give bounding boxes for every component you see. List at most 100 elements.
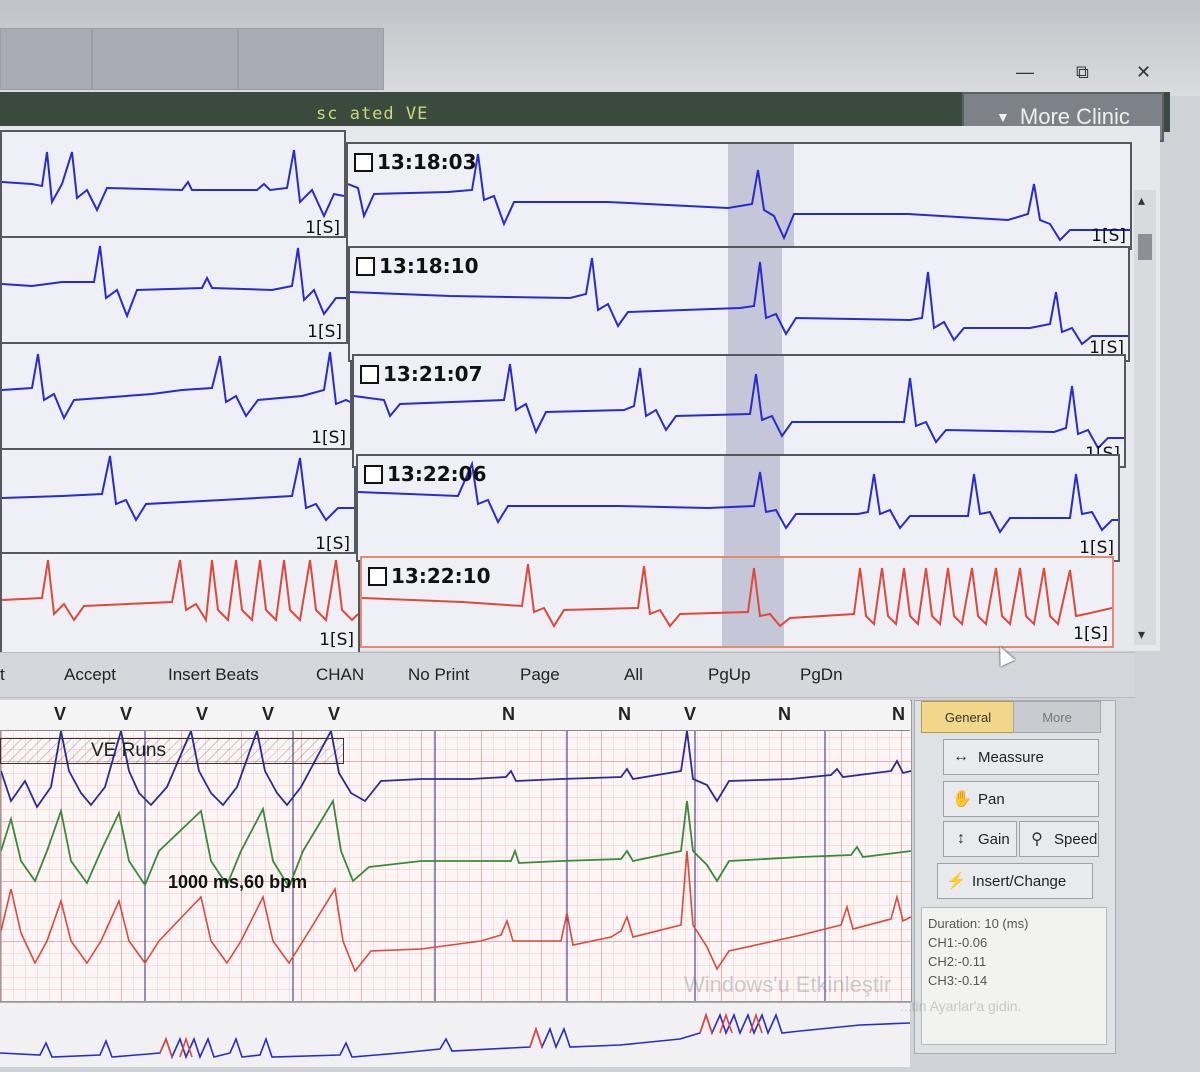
activation-watermark: Windows'u Etkinleştir xyxy=(684,972,892,997)
overview-trace[interactable] xyxy=(0,1002,911,1067)
command-bar: t Accept Insert Beats CHAN No Print Page… xyxy=(0,652,1135,698)
beat-label[interactable]: V xyxy=(120,704,132,725)
accept-button[interactable]: Accept xyxy=(64,665,116,685)
minimize-icon[interactable]: — xyxy=(1016,62,1034,83)
lead-label: 1[S] xyxy=(311,428,346,448)
tab-more[interactable]: More xyxy=(1013,701,1101,733)
beat-label[interactable]: V xyxy=(684,704,696,725)
speed-icon: ⚲ xyxy=(1031,831,1043,848)
insert-beats-button[interactable]: Insert Beats xyxy=(168,665,259,685)
strip-timestamp[interactable]: 13:22:10 xyxy=(368,564,491,588)
tab-2[interactable] xyxy=(92,28,238,90)
timestamp-label: 13:21:07 xyxy=(383,362,483,386)
lead-label: 1[S] xyxy=(315,534,350,554)
strip-left-1[interactable]: 1[S] xyxy=(0,130,346,242)
all-button[interactable]: All xyxy=(624,665,643,685)
beat-label[interactable]: N xyxy=(502,704,515,725)
insert-change-label: Insert/Change xyxy=(972,872,1067,890)
duration-value: Duration: 10 (ms) xyxy=(928,916,1029,931)
strip-timestamp[interactable]: 13:22:06 xyxy=(364,462,487,486)
strip-left-2[interactable]: 1[S] xyxy=(0,236,348,346)
lead-label: 1[S] xyxy=(319,630,354,650)
measurement-info-box: Duration: 10 (ms) CH1:-0.06 CH2:-0.11 CH… xyxy=(921,907,1107,1045)
tab-general[interactable]: General xyxy=(921,701,1015,733)
vertical-scrollbar[interactable]: ▴ ▾ xyxy=(1134,190,1156,645)
overview-svg xyxy=(0,1012,911,1060)
ecg-trace xyxy=(2,245,346,319)
close-icon[interactable]: ✕ xyxy=(1136,62,1151,83)
strip-checkbox[interactable] xyxy=(364,464,383,484)
lead-label: 1[S] xyxy=(1073,624,1108,644)
measurement-label: 1000 ms,60 bpm xyxy=(168,872,308,892)
gain-icon: ↕ xyxy=(957,830,965,847)
insert-change-button[interactable]: ⚡ Insert/Change xyxy=(937,863,1093,899)
chan-button[interactable]: CHAN xyxy=(316,665,364,685)
strip-timestamp[interactable]: 13:18:03 xyxy=(354,150,477,174)
beat-label[interactable]: V xyxy=(54,704,66,725)
restore-icon[interactable]: ⧉ xyxy=(1076,62,1089,83)
strip-right-4[interactable]: 13:22:06 1[S] xyxy=(356,454,1120,562)
lead-label: 1[S] xyxy=(1079,538,1114,558)
beat-label[interactable]: V xyxy=(262,704,274,725)
page-button[interactable]: Page xyxy=(520,665,560,685)
gain-label: Gain xyxy=(978,830,1010,848)
cmd-partial[interactable]: t xyxy=(0,665,5,685)
measure-button[interactable]: ↔ Meassure xyxy=(943,739,1099,775)
timestamp-label: 13:18:03 xyxy=(377,150,477,174)
title-bar: — ⧉ ✕ xyxy=(0,0,1200,96)
strip-right-1[interactable]: 13:18:03 1[S] xyxy=(346,142,1132,250)
strip-checkbox[interactable] xyxy=(368,566,387,586)
beat-label[interactable]: N xyxy=(892,704,905,725)
strip-checkbox[interactable] xyxy=(354,152,373,172)
strip-right-3[interactable]: 13:21:07 1[S] xyxy=(352,354,1126,468)
ch3-value: CH3:-0.14 xyxy=(928,973,988,988)
strip-right-5[interactable]: 13:22:10 1[S] xyxy=(360,556,1114,648)
timestamp-label: 13:22:10 xyxy=(391,564,491,588)
beat-annotation-bar[interactable]: V V V V V N N V N N xyxy=(0,700,910,731)
strip-timestamp[interactable]: 13:18:10 xyxy=(356,254,479,278)
timestamp-label: 13:22:06 xyxy=(387,462,487,486)
ecg-strip-area: 1[S] 1[S] 1[S] 1[S] 1[S] 13:18:03 1[S] 1… xyxy=(0,126,1160,654)
ecg-trace xyxy=(2,351,350,421)
chevron-up-icon[interactable]: ▴ xyxy=(1138,192,1145,209)
chevron-down-icon[interactable]: ▾ xyxy=(1138,626,1145,643)
timestamp-label: 13:18:10 xyxy=(379,254,479,278)
lead-label: 1[S] xyxy=(307,322,342,342)
pan-button[interactable]: ✋ Pan xyxy=(943,781,1099,817)
ch1-value: CH1:-0.06 xyxy=(928,935,988,950)
ecg-trace xyxy=(2,455,354,523)
beat-label[interactable]: V xyxy=(328,704,340,725)
no-print-button[interactable]: No Print xyxy=(408,665,469,685)
gain-button[interactable]: ↕ Gain xyxy=(943,821,1017,857)
ve-runs-marker[interactable]: VE Runs xyxy=(0,738,344,764)
strip-left-3[interactable]: 1[S] xyxy=(0,342,352,452)
strip-left-5[interactable]: 1[S] xyxy=(0,552,360,654)
strip-left-4[interactable]: 1[S] xyxy=(0,448,356,558)
measure-label: Meassure xyxy=(978,748,1044,766)
beat-label[interactable]: N xyxy=(778,704,791,725)
measure-icon: ↔ xyxy=(953,748,969,765)
lead-label: 1[S] xyxy=(1091,226,1126,246)
window-subtitle: sc ated VE xyxy=(316,104,429,124)
tab-3[interactable] xyxy=(238,28,384,90)
insert-change-icon: ⚡ xyxy=(946,873,966,890)
ch2-value: CH2:-0.11 xyxy=(928,954,987,969)
speed-label: Speed xyxy=(1054,830,1098,848)
speed-button[interactable]: ⚲ Speed xyxy=(1019,821,1099,857)
scroll-thumb[interactable] xyxy=(1138,234,1152,260)
ecg-trace xyxy=(2,559,358,624)
tab-1[interactable] xyxy=(0,28,92,90)
ecg-trace xyxy=(2,149,344,219)
ve-runs-label: VE Runs xyxy=(91,740,166,761)
pgup-button[interactable]: PgUp xyxy=(708,665,751,685)
trace-line xyxy=(2,149,344,219)
strip-right-2[interactable]: 13:18:10 1[S] xyxy=(348,246,1130,362)
hand-icon: ✋ xyxy=(952,791,972,808)
beat-label[interactable]: V xyxy=(196,704,208,725)
pgdn-button[interactable]: PgDn xyxy=(800,665,843,685)
strip-checkbox[interactable] xyxy=(356,256,375,276)
beat-label[interactable]: N xyxy=(618,704,631,725)
activation-watermark-sub: ...tin Ayarlar'a gidin. xyxy=(900,998,1022,1014)
strip-checkbox[interactable] xyxy=(360,364,379,384)
strip-timestamp[interactable]: 13:21:07 xyxy=(360,362,483,386)
